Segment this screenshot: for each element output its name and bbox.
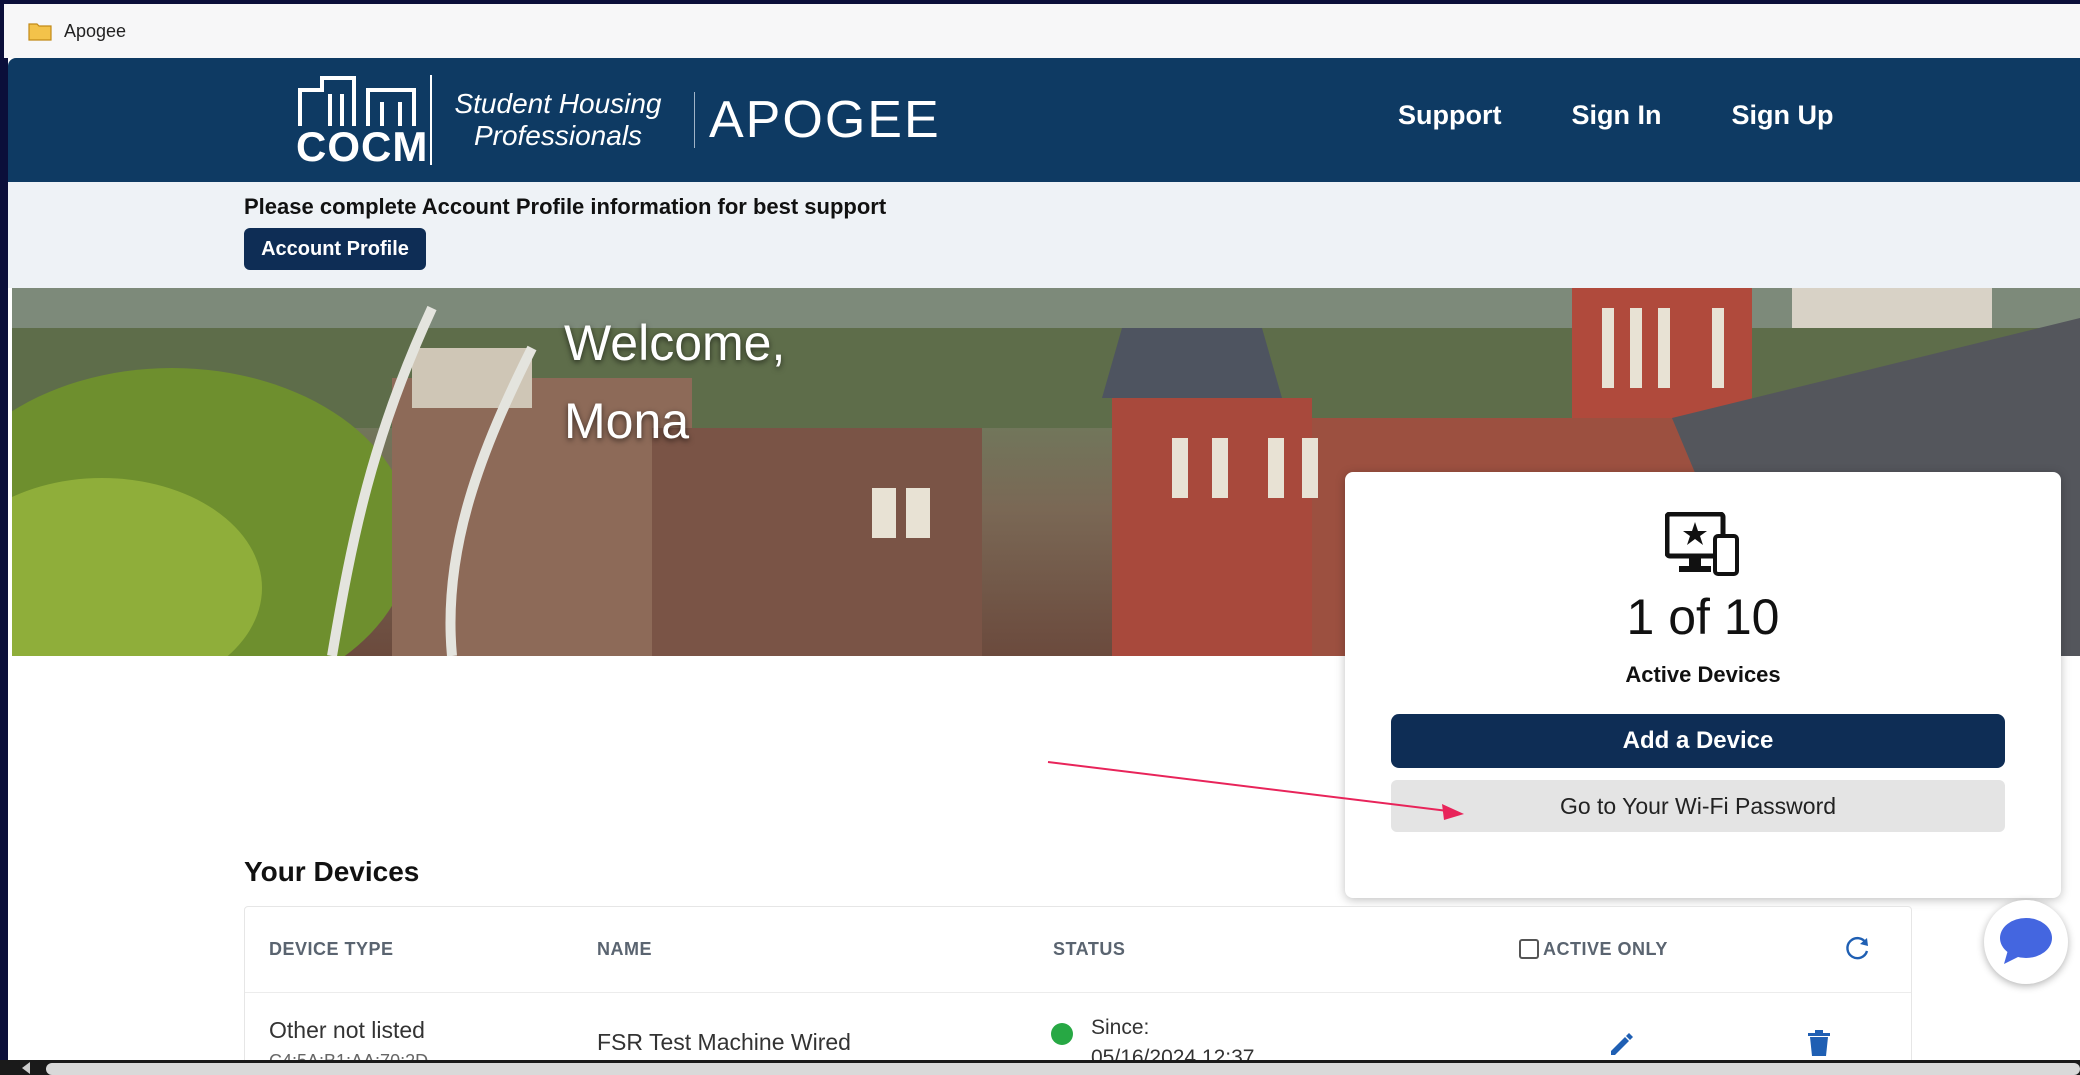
scroll-left-arrow-icon[interactable] — [22, 1062, 30, 1074]
status-since-label: Since: — [1091, 1016, 1150, 1039]
wifi-password-button[interactable]: Go to Your Wi-Fi Password — [1391, 780, 2005, 832]
active-devices-label: Active Devices — [1625, 662, 1781, 687]
active-devices-card: 1 of 10 Active Devices Add a Device Go t… — [1345, 472, 2061, 898]
top-navigation: COCM Student Housing Professionals APOGE… — [8, 58, 2080, 182]
column-device-type[interactable]: DEVICE TYPE — [269, 939, 394, 960]
cocm-logo-mark: COCM — [292, 72, 427, 168]
status-active-indicator — [1051, 1023, 1073, 1045]
horizontal-scrollbar[interactable] — [0, 1060, 2080, 1075]
your-devices-heading: Your Devices — [244, 856, 420, 887]
site-logo[interactable]: COCM Student Housing Professionals APOGE… — [292, 72, 941, 168]
buildings-icon — [298, 76, 416, 126]
active-device-count: 1 of 10 — [1626, 589, 1780, 645]
logo-text: COCM — [296, 123, 429, 170]
app-viewport: COCM Student Housing Professionals APOGE… — [8, 58, 2080, 1075]
devices-star-icon — [1665, 512, 1739, 576]
active-only-checkbox[interactable] — [1519, 939, 1539, 959]
devices-table: DEVICE TYPE NAME STATUS ACTIVE ONLY Othe… — [244, 906, 1912, 1075]
logo-subtitle-line2: Professionals — [473, 120, 643, 151]
chat-bubble-icon — [2000, 918, 2052, 964]
window-title: Apogee — [64, 20, 127, 41]
nav-support-link[interactable]: Support — [1398, 100, 1501, 131]
nav-sign-up-link[interactable]: Sign Up — [1731, 100, 1833, 131]
column-name[interactable]: NAME — [597, 939, 652, 960]
account-profile-button[interactable]: Account Profile — [244, 228, 426, 270]
column-status[interactable]: STATUS — [1053, 939, 1125, 960]
brand-divider — [694, 92, 695, 148]
device-type-cell: Other not listed — [269, 1017, 425, 1043]
brand-name: APOGEE — [709, 91, 941, 149]
edit-pencil-icon[interactable] — [1607, 1031, 1635, 1059]
scrollbar-thumb[interactable] — [46, 1063, 2080, 1075]
nav-links: Support Sign In Sign Up — [1398, 100, 1833, 131]
active-only-filter[interactable]: ACTIVE ONLY — [1519, 939, 1668, 960]
trash-icon[interactable] — [1807, 1029, 1831, 1057]
devices-table-header: DEVICE TYPE NAME STATUS ACTIVE ONLY — [245, 907, 1911, 993]
logo-subtitle: Student Housing Professionals — [448, 88, 668, 152]
refresh-icon[interactable] — [1845, 935, 1871, 961]
folder-icon — [28, 23, 52, 41]
device-name-cell: FSR Test Machine Wired — [597, 1029, 851, 1055]
logo-subtitle-line1: Student Housing — [454, 88, 662, 119]
logo-divider — [430, 75, 432, 165]
active-only-label: ACTIVE ONLY — [1543, 939, 1668, 959]
nav-sign-in-link[interactable]: Sign In — [1571, 100, 1661, 131]
welcome-heading: Welcome, Mona — [564, 304, 785, 460]
welcome-username: Mona — [564, 393, 690, 449]
chat-widget-button[interactable] — [1984, 900, 2068, 984]
profile-notice-banner: Please complete Account Profile informat… — [8, 182, 2080, 288]
window-titlebar: Apogee — [4, 4, 2080, 58]
welcome-line1: Welcome, — [564, 315, 786, 371]
profile-notice-message: Please complete Account Profile informat… — [244, 194, 887, 219]
add-device-button[interactable]: Add a Device — [1391, 714, 2005, 768]
